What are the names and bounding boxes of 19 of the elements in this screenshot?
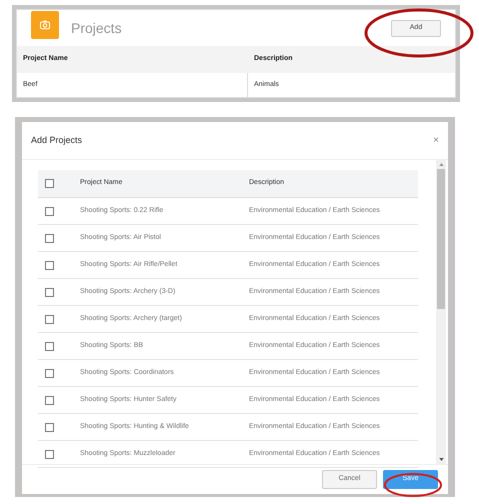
annotation-circle <box>383 472 443 498</box>
scroll-up-icon[interactable] <box>438 163 444 166</box>
dialog-title: Add Projects <box>31 134 82 147</box>
checkbox[interactable] <box>45 342 54 350</box>
checkbox[interactable] <box>45 260 54 270</box>
scroll-down-icon[interactable] <box>438 458 444 461</box>
checkbox[interactable] <box>45 422 54 432</box>
checkbox[interactable] <box>45 396 54 404</box>
panel-title: Projects <box>71 18 122 38</box>
checkbox[interactable] <box>45 206 54 216</box>
scrollbar-thumb[interactable] <box>437 169 445 309</box>
scrollbar[interactable] <box>436 160 446 464</box>
checkbox[interactable] <box>45 450 54 458</box>
checkbox[interactable] <box>45 314 54 324</box>
checkbox[interactable] <box>45 368 54 378</box>
checkbox[interactable] <box>45 179 54 188</box>
checkbox[interactable] <box>45 234 54 242</box>
close-button[interactable]: × <box>433 136 439 146</box>
checkbox[interactable] <box>45 288 54 296</box>
